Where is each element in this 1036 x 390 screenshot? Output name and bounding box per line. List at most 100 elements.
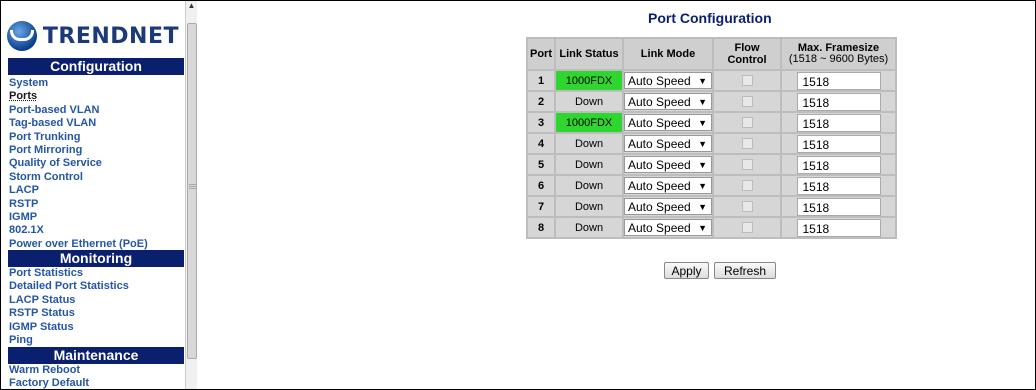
table-row: 6 Down Auto Speed ▼ 1518 — [528, 176, 895, 195]
framesize-input[interactable]: 1518 — [796, 218, 881, 237]
sidebar-item-system[interactable]: System — [9, 77, 148, 90]
port-number: 4 — [528, 134, 554, 153]
sidebar-item-igmp-status[interactable]: IGMP Status — [9, 321, 129, 334]
framesize-cell: 1518 — [782, 176, 895, 195]
link-mode-cell: Auto Speed ▼ — [624, 92, 712, 111]
table-row: 5 Down Auto Speed ▼ 1518 — [528, 155, 895, 174]
sidebar-item-tag-based-vlan[interactable]: Tag-based VLAN — [9, 117, 148, 130]
chevron-down-icon: ▼ — [698, 181, 707, 191]
link-status: Down — [556, 134, 622, 153]
flow-control-cell — [714, 155, 780, 174]
flow-control-cell — [714, 134, 780, 153]
link-mode-select[interactable]: Auto Speed ▼ — [624, 135, 712, 152]
link-mode-select[interactable]: Auto Speed ▼ — [624, 198, 712, 215]
configuration-menu: System Ports Port-based VLAN Tag-based VLAN… — [9, 77, 148, 251]
flow-control-cell — [714, 218, 780, 237]
link-status: 1000FDX — [556, 113, 622, 132]
link-mode-select[interactable]: Auto Speed ▼ — [624, 93, 712, 110]
sidebar: TRENDNET Configuration System Ports Port-b… — [1, 1, 197, 389]
link-status: 1000FDX — [556, 71, 622, 90]
refresh-button[interactable]: Refresh — [714, 262, 776, 279]
flow-control-checkbox[interactable] — [741, 138, 753, 150]
sidebar-item-quality-of-service[interactable]: Quality of Service — [9, 157, 148, 170]
link-mode-cell: Auto Speed ▼ — [624, 197, 712, 216]
table-row: 3 1000FDX Auto Speed ▼ 1518 — [528, 113, 895, 132]
framesize-input[interactable]: 1518 — [796, 71, 881, 90]
table-row: 4 Down Auto Speed ▼ 1518 — [528, 134, 895, 153]
section-header-configuration: Configuration — [8, 58, 184, 75]
sidebar-item-ports[interactable]: Ports — [9, 90, 148, 103]
sidebar-item-lacp-status[interactable]: LACP Status — [9, 294, 129, 307]
sidebar-item-rstp[interactable]: RSTP — [9, 198, 148, 211]
framesize-cell: 1518 — [782, 113, 895, 132]
link-mode-cell: Auto Speed ▼ — [624, 155, 712, 174]
sidebar-item-port-mirroring[interactable]: Port Mirroring — [9, 144, 148, 157]
flow-control-checkbox[interactable] — [741, 75, 753, 87]
sidebar-item-port-based-vlan[interactable]: Port-based VLAN — [9, 104, 148, 117]
sidebar-item-ping[interactable]: Ping — [9, 334, 129, 347]
col-port: Port — [528, 39, 554, 69]
link-mode-value: Auto Speed — [628, 137, 691, 151]
sidebar-scrollbar[interactable]: ▲ — — — — [185, 1, 197, 389]
link-mode-value: Auto Speed — [628, 221, 691, 235]
port-number: 6 — [528, 176, 554, 195]
flow-control-checkbox[interactable] — [741, 180, 753, 192]
framesize-input[interactable]: 1518 — [796, 197, 881, 216]
table-row: 7 Down Auto Speed ▼ 1518 — [528, 197, 895, 216]
framesize-input[interactable]: 1518 — [796, 134, 881, 153]
scroll-up-arrow-icon[interactable]: ▲ — [186, 1, 197, 15]
link-mode-value: Auto Speed — [628, 116, 691, 130]
framesize-input[interactable]: 1518 — [796, 176, 881, 195]
link-mode-select[interactable]: Auto Speed ▼ — [624, 72, 712, 89]
flow-control-checkbox[interactable] — [741, 117, 753, 129]
chevron-down-icon: ▼ — [698, 202, 707, 212]
sidebar-item-igmp[interactable]: IGMP — [9, 211, 148, 224]
flow-control-checkbox[interactable] — [741, 201, 753, 213]
link-mode-select[interactable]: Auto Speed ▼ — [624, 114, 712, 131]
table-row: 8 Down Auto Speed ▼ 1518 — [528, 218, 895, 237]
sidebar-item-802-1x[interactable]: 802.1X — [9, 224, 148, 237]
logo-icon — [7, 21, 37, 51]
link-mode-cell: Auto Speed ▼ — [624, 113, 712, 132]
framesize-input[interactable]: 1518 — [796, 92, 881, 111]
flow-control-checkbox[interactable] — [741, 96, 753, 108]
flow-control-checkbox[interactable] — [741, 159, 753, 171]
link-status: Down — [556, 155, 622, 174]
port-config-table: Port Link Status Link Mode Flow Control … — [526, 37, 897, 239]
link-status: Down — [556, 197, 622, 216]
link-mode-select[interactable]: Auto Speed ▼ — [624, 219, 712, 236]
chevron-down-icon: ▼ — [698, 97, 707, 107]
sidebar-item-rstp-status[interactable]: RSTP Status — [9, 307, 129, 320]
sidebar-item-factory-default[interactable]: Factory Default — [9, 377, 89, 389]
link-mode-value: Auto Speed — [628, 200, 691, 214]
link-mode-cell: Auto Speed ▼ — [624, 134, 712, 153]
sidebar-item-lacp[interactable]: LACP — [9, 184, 148, 197]
port-number: 1 — [528, 71, 554, 90]
link-mode-value: Auto Speed — [628, 179, 691, 193]
framesize-input[interactable]: 1518 — [796, 155, 881, 174]
link-mode-select[interactable]: Auto Speed ▼ — [624, 156, 712, 173]
port-number: 5 — [528, 155, 554, 174]
link-status: Down — [556, 92, 622, 111]
sidebar-item-warm-reboot[interactable]: Warm Reboot — [9, 364, 89, 377]
table-row: 2 Down Auto Speed ▼ 1518 — [528, 92, 895, 111]
flow-control-cell — [714, 113, 780, 132]
flow-control-cell — [714, 92, 780, 111]
link-mode-select[interactable]: Auto Speed ▼ — [624, 177, 712, 194]
sidebar-item-port-statistics[interactable]: Port Statistics — [9, 267, 129, 280]
sidebar-item-detailed-port-statistics[interactable]: Detailed Port Statistics — [9, 280, 129, 293]
framesize-input[interactable]: 1518 — [796, 113, 881, 132]
link-mode-value: Auto Speed — [628, 158, 691, 172]
port-number: 2 — [528, 92, 554, 111]
apply-button[interactable]: Apply — [664, 262, 709, 279]
sidebar-item-storm-control[interactable]: Storm Control — [9, 171, 148, 184]
link-mode-value: Auto Speed — [628, 74, 691, 88]
monitoring-menu: Port Statistics Detailed Port Statistics L… — [9, 267, 129, 347]
flow-control-checkbox[interactable] — [741, 222, 753, 234]
framesize-cell: 1518 — [782, 218, 895, 237]
link-status: Down — [556, 218, 622, 237]
col-link-status: Link Status — [556, 39, 622, 69]
sidebar-item-port-trunking[interactable]: Port Trunking — [9, 131, 148, 144]
chevron-down-icon: ▼ — [698, 76, 707, 86]
scrollbar-grip-icon: — — — — [189, 181, 196, 192]
